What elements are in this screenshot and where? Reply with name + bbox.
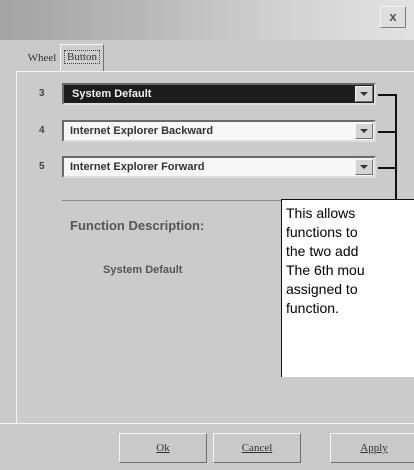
button-5-function-value: Internet Explorer Forward <box>70 161 205 173</box>
ok-button-label: Ok <box>156 442 170 454</box>
chevron-down-icon[interactable] <box>355 123 373 139</box>
button-number-3: 3 <box>39 88 45 99</box>
button-4-function-value: Internet Explorer Backward <box>70 125 214 137</box>
footer-divider <box>0 423 414 424</box>
button-number-4: 4 <box>39 125 45 136</box>
chevron-down-icon[interactable] <box>355 159 373 175</box>
button-3-function-value: System Default <box>70 88 154 100</box>
callout-connector <box>378 94 396 96</box>
tab-wheel-label: Wheel <box>27 52 57 64</box>
cancel-button[interactable]: Cancel <box>213 433 301 463</box>
tab-button[interactable]: Button <box>60 44 104 72</box>
button-number-5: 5 <box>39 161 45 172</box>
close-icon: x <box>389 9 397 24</box>
close-button[interactable]: x <box>380 6 406 28</box>
cancel-button-label: Cancel <box>241 442 273 454</box>
button-5-function-select[interactable]: Internet Explorer Forward <box>62 156 376 178</box>
tab-wheel[interactable]: Wheel <box>22 46 62 72</box>
function-description-value: System Default <box>103 264 183 276</box>
button-4-function-select[interactable]: Internet Explorer Backward <box>62 120 376 142</box>
callout-connector <box>378 131 396 133</box>
apply-button[interactable]: Apply <box>330 433 414 463</box>
chevron-down-icon[interactable] <box>355 86 373 102</box>
callout-connector <box>395 94 397 200</box>
mouse-properties-dialog: x Wheel Button 3 System Default 4 Intern… <box>0 0 414 470</box>
callout-connector <box>378 167 396 169</box>
ok-button[interactable]: Ok <box>119 433 207 463</box>
title-bar: x <box>0 0 414 40</box>
button-3-function-select[interactable]: System Default <box>62 83 376 105</box>
apply-button-label: Apply <box>360 442 388 454</box>
annotation-callout: This allows functions to the two add The… <box>281 199 414 377</box>
function-description-title: Function Description: <box>70 218 205 233</box>
tab-button-label: Button <box>64 50 100 64</box>
